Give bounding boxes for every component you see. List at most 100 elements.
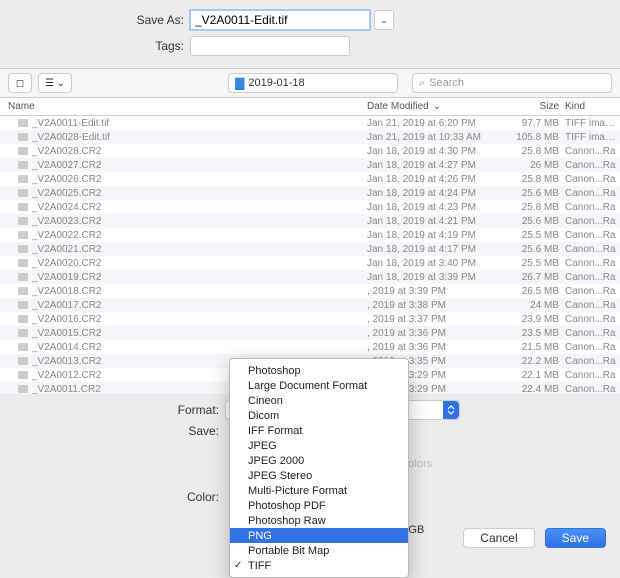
file-date: Jan 18, 2019 at 3:40 PM [367, 258, 507, 269]
save-button[interactable]: Save [545, 528, 606, 548]
file-icon [18, 273, 28, 281]
file-size: 105.8 MB [507, 132, 565, 143]
file-row[interactable]: _V2A0020.CR2Jan 18, 2019 at 3:40 PM25.5 … [0, 256, 620, 270]
format-option[interactable]: Photoshop [230, 363, 408, 378]
file-size: 22.1 MB [507, 370, 565, 381]
format-option[interactable]: Multi-Picture Format [230, 483, 408, 498]
format-option[interactable]: ✓TIFF [230, 558, 408, 573]
file-row[interactable]: _V2A0014.CR2, 2019 at 3:36 PM21.5 MBCano… [0, 340, 620, 354]
file-date: Jan 18, 2019 at 3:39 PM [367, 272, 507, 283]
format-option[interactable]: IFF Format [230, 423, 408, 438]
file-row[interactable]: _V2A0028-Edit.tifJan 21, 2019 at 10:33 A… [0, 130, 620, 144]
format-option[interactable]: Large Document Format [230, 378, 408, 393]
top-fields: Save As: ⌄ Tags: [0, 0, 620, 68]
file-size: 26.5 MB [507, 286, 565, 297]
file-name: _V2A0026.CR2 [32, 174, 367, 185]
file-size: 26.7 MB [507, 272, 565, 283]
format-option[interactable]: PNG [230, 528, 408, 543]
file-icon [18, 245, 28, 253]
format-option[interactable]: Dicom [230, 408, 408, 423]
color-label: Color: [0, 490, 225, 504]
folder-popup[interactable]: ▇ 2019-01-18 [228, 73, 398, 93]
file-icon [18, 133, 28, 141]
file-kind: Canon...Ra [565, 146, 620, 157]
file-row[interactable]: _V2A0026.CR2Jan 18, 2019 at 4:26 PM25.8 … [0, 172, 620, 186]
chevron-down-icon: ⌄ [433, 101, 441, 112]
file-icon [18, 119, 28, 127]
file-row[interactable]: _V2A0024.CR2Jan 18, 2019 at 4:23 PM25.8 … [0, 200, 620, 214]
file-name: _V2A0015.CR2 [32, 328, 367, 339]
file-icon [18, 259, 28, 267]
file-size: 21.5 MB [507, 342, 565, 353]
file-size: 25.5 MB [507, 258, 565, 269]
file-size: 25.5 MB [507, 230, 565, 241]
col-kind[interactable]: Kind [565, 101, 620, 112]
file-size: 25.6 MB [507, 244, 565, 255]
file-name: _V2A0018.CR2 [32, 286, 367, 297]
tags-input[interactable] [190, 36, 350, 56]
nav-back-button[interactable]: ◻ [8, 73, 32, 93]
file-row[interactable]: _V2A0025.CR2Jan 18, 2019 at 4:24 PM25.6 … [0, 186, 620, 200]
file-size: 25.6 MB [507, 216, 565, 227]
tags-label: Tags: [0, 39, 190, 53]
file-size: 25.6 MB [507, 188, 565, 199]
file-row[interactable]: _V2A0011-Edit.tifJan 21, 2019 at 6:20 PM… [0, 116, 620, 130]
col-name[interactable]: Name [0, 101, 367, 112]
history-dropdown-button[interactable]: ⌄ [374, 10, 394, 30]
format-option[interactable]: Cineon [230, 393, 408, 408]
file-date: Jan 18, 2019 at 4:19 PM [367, 230, 507, 241]
format-option[interactable]: JPEG [230, 438, 408, 453]
search-placeholder: Search [429, 77, 464, 89]
file-date: , 2019 at 3:36 PM [367, 328, 507, 339]
file-icon [18, 217, 28, 225]
file-icon [18, 147, 28, 155]
file-row[interactable]: _V2A0017.CR2, 2019 at 3:38 PM24 MBCanon.… [0, 298, 620, 312]
format-label: Format: [0, 403, 225, 417]
column-headers[interactable]: Name Date Modified⌄ Size Kind [0, 98, 620, 116]
file-name: _V2A0017.CR2 [32, 300, 367, 311]
format-popup-menu[interactable]: PhotoshopLarge Document FormatCineonDico… [229, 358, 409, 578]
file-name: _V2A0023.CR2 [32, 216, 367, 227]
file-name: _V2A0011-Edit.tif [32, 118, 367, 129]
file-row[interactable]: _V2A0019.CR2Jan 18, 2019 at 3:39 PM26.7 … [0, 270, 620, 284]
file-list[interactable]: _V2A0011-Edit.tifJan 21, 2019 at 6:20 PM… [0, 116, 620, 394]
file-row[interactable]: _V2A0018.CR2, 2019 at 3:39 PM26.5 MBCano… [0, 284, 620, 298]
format-option[interactable]: Photoshop Raw [230, 513, 408, 528]
file-size: 24 MB [507, 300, 565, 311]
format-option[interactable]: Photoshop PDF [230, 498, 408, 513]
search-field[interactable]: ⌕ Search [412, 73, 612, 93]
file-row[interactable]: _V2A0028.CR2Jan 18, 2019 at 4:30 PM25.8 … [0, 144, 620, 158]
file-name: _V2A0025.CR2 [32, 188, 367, 199]
col-size[interactable]: Size [507, 101, 565, 112]
file-date: Jan 18, 2019 at 4:26 PM [367, 174, 507, 185]
file-size: 23.5 MB [507, 328, 565, 339]
file-row[interactable]: _V2A0015.CR2, 2019 at 3:36 PM23.5 MBCano… [0, 326, 620, 340]
file-row[interactable]: _V2A0016.CR2, 2019 at 3:37 PM23.9 MBCano… [0, 312, 620, 326]
format-option[interactable]: JPEG 2000 [230, 453, 408, 468]
file-name: _V2A0020.CR2 [32, 258, 367, 269]
folder-name: 2019-01-18 [248, 77, 304, 89]
file-icon [18, 357, 28, 365]
file-name: _V2A0028-Edit.tif [32, 132, 367, 143]
file-kind: Canon...Ra [565, 230, 620, 241]
file-kind: Canon...Ra [565, 216, 620, 227]
format-option[interactable]: JPEG Stereo [230, 468, 408, 483]
file-name: _V2A0022.CR2 [32, 230, 367, 241]
save-dialog: Save As: ⌄ Tags: ◻ ☰ ⌄ ▇ 2019-01-18 ⌕ Se… [0, 0, 620, 556]
file-row[interactable]: _V2A0021.CR2Jan 18, 2019 at 4:17 PM25.6 … [0, 242, 620, 256]
cancel-button[interactable]: Cancel [463, 528, 534, 548]
file-date: Jan 18, 2019 at 4:24 PM [367, 188, 507, 199]
file-icon [18, 231, 28, 239]
file-row[interactable]: _V2A0023.CR2Jan 18, 2019 at 4:21 PM25.6 … [0, 214, 620, 228]
save-label: Save: [0, 424, 225, 438]
file-icon [18, 287, 28, 295]
file-icon [18, 329, 28, 337]
file-row[interactable]: _V2A0022.CR2Jan 18, 2019 at 4:19 PM25.5 … [0, 228, 620, 242]
file-kind: Canon...Ra [565, 384, 620, 395]
col-date[interactable]: Date Modified⌄ [367, 101, 507, 112]
view-mode-button[interactable]: ☰ ⌄ [38, 73, 72, 93]
file-kind: Canon...Ra [565, 314, 620, 325]
file-kind: Canon...Ra [565, 342, 620, 353]
file-row[interactable]: _V2A0027.CR2Jan 18, 2019 at 4:27 PM26 MB… [0, 158, 620, 172]
save-as-input[interactable] [190, 10, 370, 30]
